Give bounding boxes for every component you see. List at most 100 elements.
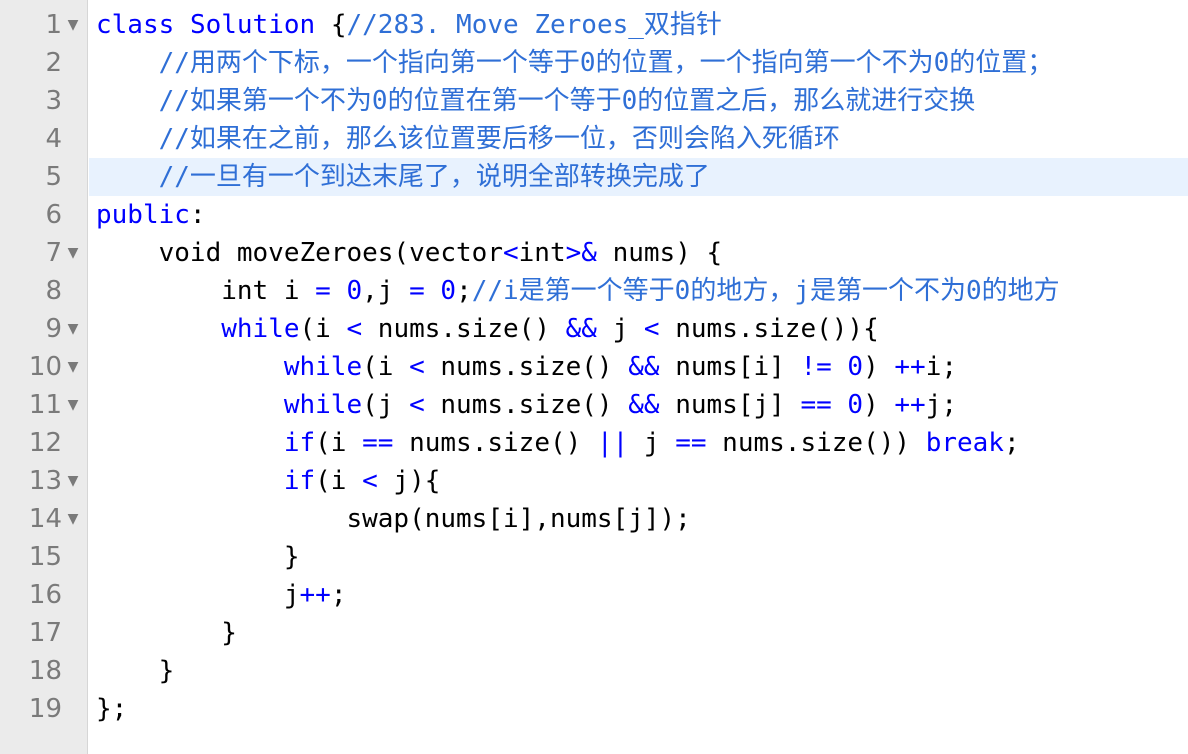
code-keyword: while xyxy=(283,352,363,382)
line-number: 3 xyxy=(45,86,62,116)
chevron-down-icon[interactable]: ▼ xyxy=(66,6,80,44)
code-keyword: == xyxy=(800,390,832,420)
code-keyword: Solution xyxy=(189,10,316,40)
code-text[interactable]: while(i < nums.size() && j < nums.size()… xyxy=(89,310,1188,348)
code-line[interactable]: 7 ▼ void moveZeroes(vector<int>& nums) { xyxy=(0,234,1188,272)
code-comment: //如果在之前，那么该位置要后移一位，否则会陷入死循环 xyxy=(158,124,840,154)
line-number: 2 xyxy=(45,48,62,78)
code-token: j){ xyxy=(377,466,441,496)
code-text[interactable]: public: xyxy=(89,196,1188,234)
line-number: 19 xyxy=(28,694,62,724)
code-line[interactable]: 19}; xyxy=(0,690,1188,728)
code-text[interactable]: j++; xyxy=(89,576,1188,614)
line-number: 11 xyxy=(28,390,62,420)
code-text[interactable]: swap(nums[i],nums[j]); xyxy=(89,500,1188,538)
code-keyword: 0 xyxy=(847,390,864,420)
code-line[interactable]: 1 ▼ class Solution {//283. Move Zeroes_双指针 xyxy=(0,6,1188,44)
code-token: ) xyxy=(863,390,895,420)
line-number: 13 xyxy=(28,466,62,496)
line-number: 5 xyxy=(45,162,62,192)
code-token: } xyxy=(96,542,300,572)
code-line[interactable]: 18 } xyxy=(0,652,1188,690)
code-token: (j xyxy=(362,390,410,420)
code-line[interactable]: 16 j++; xyxy=(0,576,1188,614)
code-line[interactable]: 14 ▼ swap(nums[i],nums[j]); xyxy=(0,500,1188,538)
code-comment: //一旦有一个到达末尾了，说明全部转换完成了 xyxy=(158,162,710,192)
code-token: nums.size()){ xyxy=(659,314,879,344)
code-text[interactable]: //如果第一个不为0的位置在第一个等于0的位置之后，那么就进行交换 xyxy=(89,82,1188,120)
code-text[interactable]: //一旦有一个到达末尾了，说明全部转换完成了 xyxy=(89,158,1188,196)
code-line[interactable]: 10 ▼ while(i < nums.size() && nums[i] != … xyxy=(0,348,1188,386)
code-line[interactable]: 11 ▼ while(j < nums.size() && nums[j] == … xyxy=(0,386,1188,424)
code-text[interactable]: }; xyxy=(89,690,1188,728)
code-line[interactable]: 15 } xyxy=(0,538,1188,576)
code-keyword: if xyxy=(283,466,316,496)
code-text[interactable]: if(i < j){ xyxy=(89,462,1188,500)
code-keyword: if xyxy=(283,428,316,458)
code-line[interactable]: 3 //如果第一个不为0的位置在第一个等于0的位置之后，那么就进行交换 xyxy=(0,82,1188,120)
code-comment: //如果第一个不为0的位置在第一个等于0的位置之后，那么就进行交换 xyxy=(158,86,976,116)
code-token: j; xyxy=(925,390,958,420)
code-text[interactable]: int i = 0,j = 0;//i是第一个等于0的地方，j是第一个不为0的地… xyxy=(89,272,1188,310)
code-text[interactable]: } xyxy=(89,652,1188,690)
code-text[interactable]: while(i < nums.size() && nums[i] != 0) +… xyxy=(89,348,1188,386)
code-text[interactable]: //如果在之前，那么该位置要后移一位，否则会陷入死循环 xyxy=(89,120,1188,158)
code-token: (i xyxy=(315,428,363,458)
code-text[interactable]: } xyxy=(89,614,1188,652)
code-token: ; xyxy=(456,276,472,306)
line-number: 6 xyxy=(45,200,62,230)
code-keyword: < xyxy=(503,238,519,268)
code-line[interactable]: 6 public: xyxy=(0,196,1188,234)
chevron-down-icon[interactable]: ▼ xyxy=(66,462,80,500)
code-text[interactable]: } xyxy=(89,538,1188,576)
chevron-down-icon[interactable]: ▼ xyxy=(66,348,80,386)
code-keyword: public xyxy=(96,200,190,230)
code-lines: 1 ▼ class Solution {//283. Move Zeroes_双指针… xyxy=(0,6,1188,728)
chevron-down-icon[interactable]: ▼ xyxy=(66,386,80,424)
code-token: nums[j] xyxy=(659,390,801,420)
code-token: (i xyxy=(362,352,410,382)
code-line[interactable]: 12 if(i == nums.size() || j == nums.size… xyxy=(0,424,1188,462)
code-line[interactable]: 5 //一旦有一个到达末尾了，说明全部转换完成了 xyxy=(0,158,1188,196)
code-token: : xyxy=(189,200,206,230)
code-token: ; xyxy=(330,580,347,610)
code-comment: //i是第一个等于0的地方，j是第一个不为0的地方 xyxy=(471,276,1060,306)
code-keyword: < xyxy=(409,352,425,382)
code-keyword: while xyxy=(221,314,300,344)
chevron-down-icon[interactable]: ▼ xyxy=(66,500,80,538)
line-number: 18 xyxy=(28,656,62,686)
line-number: 16 xyxy=(28,580,62,610)
code-keyword: >& xyxy=(565,238,597,268)
code-line[interactable]: 13 ▼ if(i < j){ xyxy=(0,462,1188,500)
line-number: 10 xyxy=(28,352,62,382)
code-token: void moveZeroes(vector xyxy=(96,238,503,268)
code-keyword: ++ xyxy=(299,580,331,610)
code-text[interactable]: void moveZeroes(vector<int>& nums) { xyxy=(89,234,1188,272)
code-text[interactable]: if(i == nums.size() || j == nums.size())… xyxy=(89,424,1188,462)
code-token: nums.size() xyxy=(362,314,566,344)
code-token: nums.size() xyxy=(424,352,629,382)
line-number: 15 xyxy=(28,542,62,572)
code-line[interactable]: 2 //用两个下标，一个指向第一个等于0的位置，一个指向第一个不为0的位置； xyxy=(0,44,1188,82)
code-token: int i xyxy=(96,276,316,306)
code-text[interactable]: //用两个下标，一个指向第一个等于0的位置，一个指向第一个不为0的位置； xyxy=(89,44,1188,82)
code-token: j xyxy=(596,314,644,344)
code-text[interactable]: class Solution {//283. Move Zeroes_双指针 xyxy=(89,6,1188,44)
code-text[interactable]: while(j < nums.size() && nums[j] == 0) +… xyxy=(89,386,1188,424)
code-line[interactable]: 17 } xyxy=(0,614,1188,652)
code-line[interactable]: 8 int i = 0,j = 0;//i是第一个等于0的地方，j是第一个不为0… xyxy=(0,272,1188,310)
code-line[interactable]: 9 ▼ while(i < nums.size() && j < nums.siz… xyxy=(0,310,1188,348)
chevron-down-icon[interactable]: ▼ xyxy=(66,310,80,348)
line-number: 7 xyxy=(45,238,62,268)
chevron-down-icon[interactable]: ▼ xyxy=(66,234,80,272)
code-line[interactable]: 4 //如果在之前，那么该位置要后移一位，否则会陷入死循环 xyxy=(0,120,1188,158)
code-editor[interactable]: 1 ▼ class Solution {//283. Move Zeroes_双指针… xyxy=(0,0,1188,754)
